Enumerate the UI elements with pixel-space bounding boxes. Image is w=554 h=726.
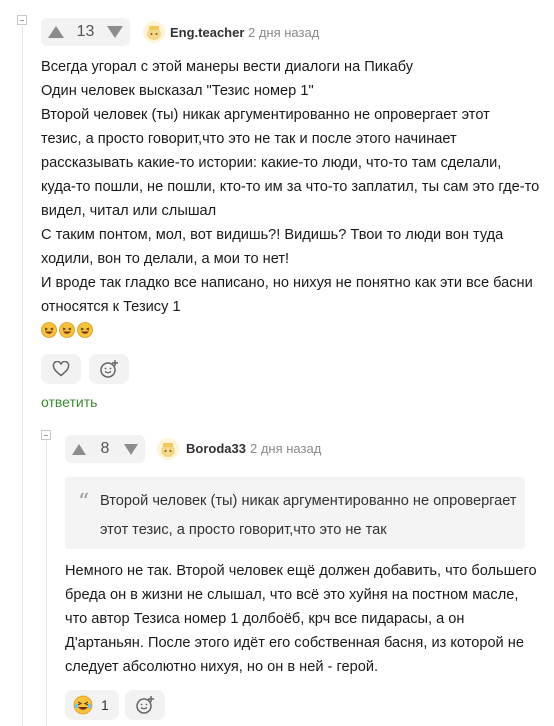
upvote-icon[interactable] [41, 18, 71, 46]
comment-line: рассказывать какие-то истории: какие-то … [41, 155, 502, 171]
avatar[interactable] [157, 438, 179, 460]
reaction-button[interactable]: 1 [65, 690, 119, 720]
laughing-face-emoji [59, 322, 75, 338]
add-emoji-icon [100, 360, 118, 378]
rolling-laughing-emoji [73, 695, 93, 715]
rating-box: 8 [65, 435, 145, 463]
rating-count: 8 [100, 440, 110, 457]
comment-line: куда-то пошли, не пошли, кто-то им за чт… [41, 179, 540, 195]
avatar[interactable] [143, 21, 165, 43]
laughing-face-emoji [41, 322, 57, 338]
quote-line: этот тезис, а просто говорит,что это не … [100, 522, 387, 538]
collapse-thread-button[interactable] [41, 430, 51, 440]
comment-line: бреда он в жизни не слышал, что всё это … [65, 587, 519, 603]
reply-link[interactable]: ответить [41, 394, 97, 410]
quote-icon: “ [78, 490, 90, 515]
comment-line: видел, читал или слышал [41, 203, 217, 219]
comment-line: ходили, вон то делали, а мои то нет! [41, 251, 290, 267]
emoji-row [41, 322, 93, 338]
comment-line: что автор Тезиса номер 1 долбоёб, крч вс… [65, 611, 465, 627]
comment-line: Второй человек (ты) никак аргументирован… [41, 107, 490, 123]
comment-line: относятся к Тезису 1 [41, 299, 181, 315]
comment-line: тезис, а просто говорит,что это не так и… [41, 131, 457, 147]
timestamp[interactable]: 2 дня назад [248, 25, 319, 40]
rating-count: 13 [76, 23, 95, 40]
laughing-face-emoji [77, 322, 93, 338]
add-reaction-button[interactable] [89, 354, 129, 384]
username[interactable]: Eng.teacher [170, 25, 244, 40]
comment-line: Д'артаньян. После этого идёт его собстве… [65, 635, 524, 651]
username[interactable]: Boroda33 [186, 441, 246, 456]
reaction-count: 1 [101, 697, 109, 713]
downvote-icon[interactable] [100, 18, 130, 46]
comment-line: Немного не так. Второй человек ещё долже… [65, 563, 537, 579]
comment-line: Всегда угорал с этой манеры вести диалог… [41, 59, 414, 75]
thread-line-nested [46, 440, 47, 726]
quote-text: Второй человек (ты) никак аргументирован… [100, 487, 517, 545]
quote-block: “ Второй человек (ты) никак аргументиров… [65, 477, 525, 549]
downvote-icon[interactable] [117, 435, 145, 463]
comment-line: С таким понтом, мол, вот видишь?! Видишь… [41, 227, 504, 243]
comment-line: Один человек высказал "Тезис номер 1" [41, 83, 314, 99]
upvote-icon[interactable] [65, 435, 93, 463]
rating-box: 13 [41, 18, 130, 46]
comment-line: следует абсолютно нихуя, но он в ней - г… [65, 659, 379, 675]
heart-icon [52, 361, 70, 377]
add-emoji-icon [136, 696, 154, 714]
quote-line: Второй человек (ты) никак аргументирован… [100, 493, 517, 509]
comment-body: Немного не так. Второй человек ещё долже… [65, 559, 537, 679]
like-button[interactable] [41, 354, 81, 384]
comment-body: Всегда угорал с этой манеры вести диалог… [41, 55, 539, 319]
comment-line: И вроде так гладко все написано, но ниху… [41, 275, 533, 291]
collapse-thread-button[interactable] [17, 15, 27, 25]
timestamp[interactable]: 2 дня назад [250, 441, 321, 456]
add-reaction-button[interactable] [125, 690, 165, 720]
thread-line [22, 26, 23, 726]
